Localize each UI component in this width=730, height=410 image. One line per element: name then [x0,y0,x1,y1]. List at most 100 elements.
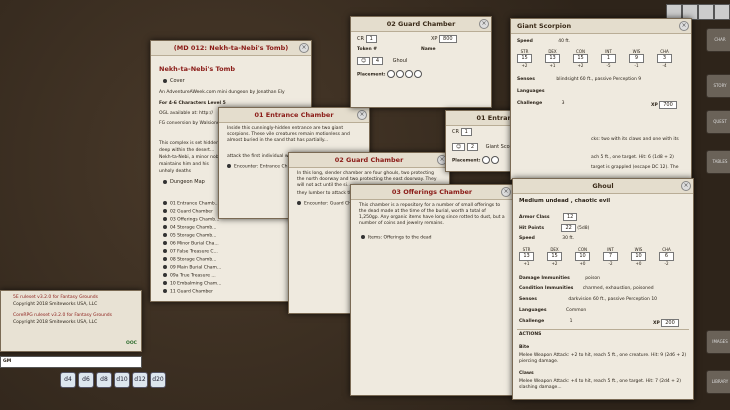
speed-field: Speed 40 ft. [517,39,571,44]
npc-row[interactable]: ☺ 4 Ghoul [357,57,407,65]
check-icon [482,156,491,164]
module-credit: An AdventureAWeek.com mini dungeon by Jo… [159,90,285,95]
divider [517,329,689,330]
stat-wis: WIS 9 -1 [629,49,644,69]
sidebar-tab-character[interactable]: CHAR [706,28,730,52]
list-item[interactable]: 10 Embalming Cham... [163,281,221,287]
action-name[interactable]: Claws [519,371,534,376]
hp-field: Hit Points 22 (5d8) [519,224,590,232]
d6-die[interactable]: d6 [78,372,94,388]
link-icon [297,201,301,205]
list-item[interactable]: 11 Guard Chamber [163,289,213,295]
token-header: Token # [357,47,378,52]
list-item[interactable]: 05 Storage Chamb... [163,233,216,239]
xp-field: XP 800 [431,35,457,43]
d4-die[interactable]: d4 [60,372,76,388]
module-text: unholy deaths [159,169,191,174]
dice-tray: d4 d6 d8 d10 d12 d20 [60,370,180,390]
stat-int: INT 1 -5 [601,49,616,69]
list-item[interactable]: 09 Main Burial Cham... [163,265,221,271]
encounter-guard-window: 02 Guard Chamber × CR 1 XP 800 Token # Na… [350,16,492,108]
chat-input[interactable]: GM [0,356,142,368]
sidebar-tab-images[interactable]: IMAGES [706,330,730,354]
ability-scores: STR 15 +2 DEX 13 +1 CON 15 +2 INT 1 -5 WIS 9 -1 CH… [517,49,687,71]
sidebar-tab-library[interactable]: LIBRARY [706,370,730,394]
link-icon [163,273,167,277]
module-text: deep within the desert... [159,148,215,153]
cr-field: CR 1 [452,128,472,136]
module-text: maintains him and his [159,162,209,167]
stat-dex: DEX 15 +2 [547,247,562,267]
link-icon [163,257,167,261]
stat-cha: CHA 6 -2 [659,247,674,267]
link-icon [163,233,167,237]
module-conversion: FG conversion by Walsione [159,121,220,126]
stat-cha: CHA 3 -4 [657,49,672,69]
action-text: Melee Weapon Attack: +2 to hit, reach 5 … [519,353,687,364]
close-icon[interactable]: × [501,187,511,197]
d10-die[interactable]: d10 [114,372,130,388]
d12-die[interactable]: d12 [132,372,148,388]
action-name[interactable]: Bite [519,345,529,350]
npc-ghoul-window: Ghoul × Medium undead , chaotic evil Armo… [512,178,694,400]
cover-link[interactable]: Cover [163,78,185,84]
module-title: Nekh-ta-Nebi's Tomb [159,65,236,73]
list-item[interactable]: 02 Guard Chamber [163,209,213,215]
check-icon [387,70,396,78]
story-text: This chamber is a repository for a numbe… [359,203,505,226]
library-title: (MD 012: Nekh-ta-Nebi's Tomb) [173,44,289,52]
action-text: ach 5 ft., one target. Hit: 6 (1d8 + 2) [591,155,674,160]
token-icon: ☺ [357,57,371,65]
ooc-toggle[interactable]: OOC [126,341,137,346]
name-header: Name [421,47,436,52]
d8-die[interactable]: d8 [96,372,112,388]
close-icon[interactable]: × [357,110,367,120]
check-icon [396,70,405,78]
languages-field: Languages Common [519,308,587,313]
challenge-field: Challenge 1 [519,319,573,324]
sidebar-tab-story[interactable]: STORY [706,74,730,98]
help-icon[interactable] [714,4,730,20]
list-item[interactable]: 09a True Treasure ... [163,273,216,279]
chat-message: CoreRPG ruleset v3.2.0 for Fantasy Groun… [13,313,113,318]
check-icon [405,70,414,78]
stat-wis: WIS 10 +0 [631,247,646,267]
stat-con: CON 10 +0 [575,247,590,267]
story-text: they lumber to attack th... [297,191,357,196]
close-icon[interactable]: × [479,19,489,29]
placement-row: Placement: [452,156,500,164]
list-item[interactable]: 08 Storage Chamb... [163,257,216,263]
list-item[interactable]: 01 Entrance Chamb... [163,201,219,207]
chat-window: 5E ruleset v3.2.0 for Fantasy Grounds Co… [0,290,142,352]
window-title: 02 Guard Chamber [334,156,404,164]
placement-row: Placement: [357,70,423,78]
module-text: This complex is set hidden [159,141,219,146]
check-icon [491,156,500,164]
d20-die[interactable]: d20 [150,372,166,388]
condition-immunities-field: Condition Immunities charmed, exhaustion… [519,286,654,291]
chat-message: Copyright 2018 Smiteworks USA, LLC [13,302,98,307]
link-icon [227,164,231,168]
link-icon [163,249,167,253]
dungeon-map-link[interactable]: Dungeon Map [163,179,205,185]
speed-field: Speed 30 ft. [519,236,575,241]
window-title: 02 Guard Chamber [386,20,456,28]
check-icon [414,70,423,78]
sidebar-tab-tables[interactable]: TABLES [706,150,730,174]
action-text: cks: two with its claws and one with its [591,137,679,142]
item-link[interactable]: Items: Offerings to the dead [361,235,432,241]
close-icon[interactable]: × [679,21,689,31]
list-item[interactable]: 03 Offerings Chamb... [163,217,219,223]
link-icon [163,209,167,213]
encounter-link[interactable]: Encounter: Entrance Ch... [227,164,292,170]
close-icon[interactable]: × [681,181,691,191]
senses-field: Senses darkvision 60 ft., passive Percep… [519,297,658,302]
xp-field: XP 200 [653,319,679,327]
list-item[interactable]: 07 False Treasure C... [163,249,218,255]
list-item[interactable]: 04 Storage Chamb... [163,225,216,231]
list-item[interactable]: 06 Minor Burial Cha... [163,241,219,247]
link-icon [163,179,167,184]
font-size-icon[interactable] [698,4,714,20]
close-icon[interactable]: × [299,43,309,53]
sidebar-tab-quest[interactable]: QUEST [706,110,730,134]
